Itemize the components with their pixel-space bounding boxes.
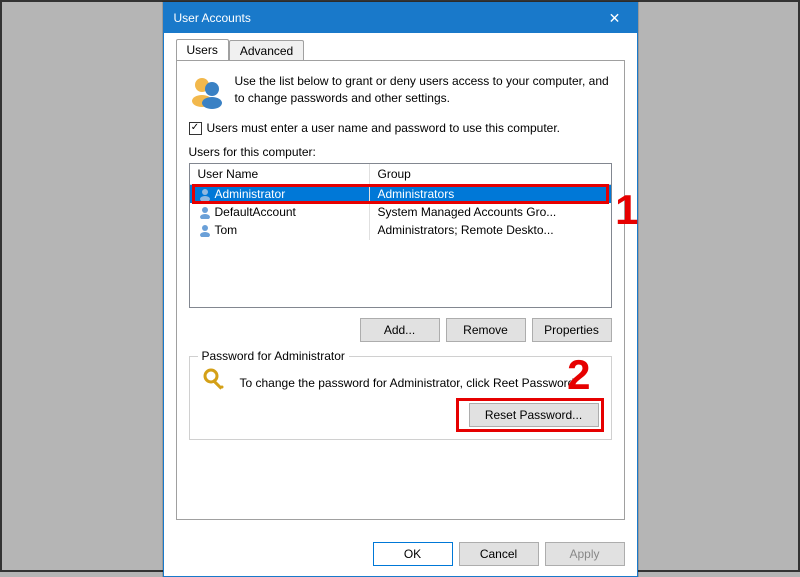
users-list-label: Users for this computer: [189, 145, 612, 159]
cell-group: Administrators; Remote Deskto... [370, 220, 611, 240]
dialog-content: Users Advanced Use the list below to gra… [164, 39, 637, 532]
cell-username: Tom [215, 223, 238, 237]
reset-password-button[interactable]: Reset Password... [469, 403, 599, 427]
ok-button[interactable]: OK [373, 542, 453, 566]
window-title: User Accounts [174, 11, 251, 25]
annotation-number-2: 2 [567, 351, 590, 399]
tab-users[interactable]: Users [176, 39, 229, 60]
list-header: User Name Group [190, 164, 611, 185]
titlebar: User Accounts ✕ [164, 3, 637, 33]
tab-panel-users: Use the list below to grant or deny user… [176, 60, 625, 520]
users-list[interactable]: User Name Group Administrator Administra… [189, 163, 612, 308]
apply-button[interactable]: Apply [545, 542, 625, 566]
user-icon [198, 223, 212, 237]
list-button-row: Add... Remove Properties [189, 318, 612, 342]
user-accounts-dialog: User Accounts ✕ Users Advanced Use the l… [163, 2, 638, 577]
intro-text: Use the list below to grant or deny user… [235, 73, 612, 109]
properties-button[interactable]: Properties [532, 318, 612, 342]
cell-group: Administrators [370, 184, 611, 204]
password-text: To change the password for Administrator… [240, 367, 578, 395]
checkbox-label: Users must enter a user name and passwor… [207, 121, 561, 135]
intro-row: Use the list below to grant or deny user… [189, 73, 612, 109]
user-icon [198, 187, 212, 201]
cancel-button[interactable]: Cancel [459, 542, 539, 566]
key-icon [202, 367, 230, 395]
cell-username: Administrator [215, 187, 286, 201]
add-button[interactable]: Add... [360, 318, 440, 342]
remove-button[interactable]: Remove [446, 318, 526, 342]
table-row[interactable]: Administrator Administrators [190, 185, 611, 203]
table-row[interactable]: DefaultAccount System Managed Accounts G… [190, 203, 611, 221]
annotation-number-1: 1 [615, 186, 638, 234]
tab-strip: Users Advanced [176, 39, 625, 60]
users-icon [189, 73, 225, 109]
checkbox-icon: ✓ [189, 122, 202, 135]
dialog-button-row: OK Cancel Apply [164, 532, 637, 576]
fieldset-legend: Password for Administrator [198, 349, 349, 363]
column-group[interactable]: Group [370, 164, 611, 184]
password-fieldset: Password for Administrator To change the… [189, 356, 612, 440]
tab-advanced[interactable]: Advanced [229, 40, 304, 61]
cell-group: System Managed Accounts Gro... [370, 202, 611, 222]
close-icon[interactable]: ✕ [601, 10, 629, 27]
column-username[interactable]: User Name [190, 164, 370, 184]
table-row[interactable]: Tom Administrators; Remote Deskto... [190, 221, 611, 239]
cell-username: DefaultAccount [215, 205, 296, 219]
user-icon [198, 205, 212, 219]
require-login-checkbox[interactable]: ✓ Users must enter a user name and passw… [189, 121, 612, 135]
